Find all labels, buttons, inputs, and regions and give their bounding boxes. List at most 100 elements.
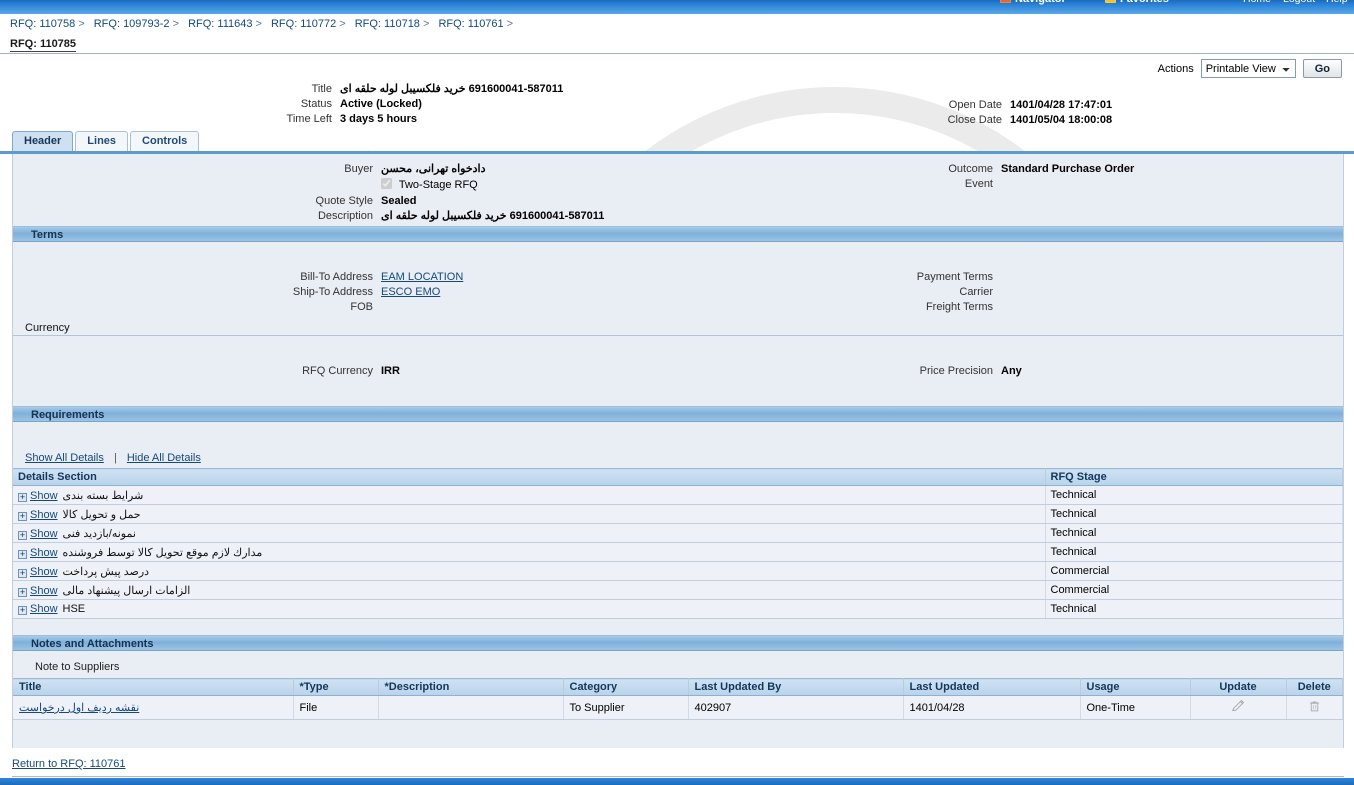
field-value: 110785-140006196 خرید فلکسیبل لوله حلقه … <box>381 210 605 222</box>
pencil-icon[interactable] <box>1231 699 1245 713</box>
attachment-title-cell: نقشه ردیف اول درخواست <box>13 695 294 720</box>
summary-field-time-left: Time Left 3 days 5 hours <box>270 112 563 126</box>
field-value: دادخواه تهرانی، محسن <box>381 163 486 175</box>
show-link[interactable]: Show <box>30 490 58 502</box>
expand-icon[interactable]: + <box>18 606 27 615</box>
table-row: + Show مدارك لازم موقع تحویل کالا توسط فرو… <box>13 542 1343 562</box>
details-toggle-links: Show All Details | Hide All Details <box>13 444 1343 468</box>
tab-bar: Header Lines Controls <box>0 131 1354 154</box>
nav-home[interactable]: Home <box>1243 0 1271 14</box>
show-link[interactable]: Show <box>30 603 58 615</box>
show-all-details-link[interactable]: Show All Details <box>25 452 104 464</box>
col-update: Update <box>1190 678 1287 696</box>
col-category: Category <box>563 678 689 696</box>
attachment-description-cell <box>378 695 564 720</box>
footer-links: Return to RFQ: 110761 <box>0 748 1354 776</box>
show-link[interactable]: Show <box>30 509 58 521</box>
attachments-header-row: Title *Type *Description Category Last U… <box>13 678 1343 696</box>
requirement-text: HSE <box>62 603 86 615</box>
expand-icon[interactable]: + <box>18 492 27 502</box>
bottom-accent-bar <box>0 778 1354 785</box>
nav-help[interactable]: Help <box>1326 0 1348 14</box>
breadcrumb-separator: > <box>422 18 430 30</box>
show-link[interactable]: Show <box>30 528 58 540</box>
expand-icon[interactable]: + <box>18 568 27 578</box>
nav-favorites[interactable]: Favorites <box>1105 0 1169 14</box>
attachment-title-link[interactable]: نقشه ردیف اول درخواست <box>19 701 139 714</box>
requirement-text: درصد پیش پرداخت <box>62 565 150 578</box>
tab-lines[interactable]: Lines <box>75 131 129 151</box>
field-quote-style: Quote Style Sealed <box>281 194 604 208</box>
attachment-delete-cell[interactable] <box>1286 695 1343 720</box>
summary-field-title: Title 110785-140006196 خرید فلکسیبل لوله… <box>270 82 564 96</box>
requirement-cell: + Show مدارك لازم موقع تحویل کالا توسط فرو… <box>13 542 1046 562</box>
field-label: Close Date <box>947 114 1002 126</box>
actions-select[interactable]: Printable View <box>1200 59 1296 78</box>
field-description: Description 110785-140006196 خرید فلکسیب… <box>281 209 604 223</box>
actions-bar-top: Actions Printable View Go <box>0 54 1354 82</box>
nav-favorites-label: Favorites <box>1120 0 1169 5</box>
terms-right: Payment Terms Carrier Freight Terms <box>891 270 1001 315</box>
field-two-stage-rfq: Two-Stage RFQ <box>281 178 604 192</box>
tab-controls[interactable]: Controls <box>130 131 200 151</box>
bill-to-address-link[interactable]: EAM LOCATION <box>381 270 463 284</box>
hide-all-details-link[interactable]: Hide All Details <box>127 452 201 464</box>
requirement-text: مدارك لازم موقع تحویل کالا توسط فروشنده <box>62 546 263 559</box>
note-to-suppliers-label: Note to Suppliers <box>35 661 120 673</box>
attachment-update-cell[interactable] <box>1190 695 1287 720</box>
show-link[interactable]: Show <box>30 566 58 578</box>
requirement-text: حمل و تحویل کالا <box>62 508 141 521</box>
col-type: *Type <box>293 678 379 696</box>
trash-icon[interactable] <box>1308 699 1321 713</box>
table-row: + Show الزامات ارسال پیشنهاد مالی Commerci… <box>13 580 1343 600</box>
summary-field-close-date: Close Date 1401/05/04 18:00:08 <box>915 113 1113 127</box>
breadcrumb-item[interactable]: RFQ: 109793-2 <box>94 18 170 30</box>
field-value: Active (Locked) <box>340 98 422 110</box>
breadcrumb-item[interactable]: RFQ: 111643 <box>188 18 252 30</box>
link-separator: | <box>113 452 117 464</box>
breadcrumb-item[interactable]: RFQ: 110772 <box>271 18 336 30</box>
two-stage-checkbox-wrap[interactable]: Two-Stage RFQ <box>381 178 478 192</box>
terms-band: Terms <box>13 226 1343 242</box>
breadcrumb-separator: > <box>78 18 85 30</box>
show-link[interactable]: Show <box>30 585 58 597</box>
nav-navigator-label: Navigator <box>1015 0 1066 5</box>
breadcrumb-item[interactable]: RFQ: 110758 <box>10 18 75 30</box>
nav-logout[interactable]: Logout <box>1283 0 1315 14</box>
field-price-precision: Price Precision Any <box>891 364 1022 378</box>
field-label: Status <box>300 98 332 110</box>
breadcrumb-item[interactable]: RFQ: 110718 <box>355 18 420 30</box>
requirement-cell: + Show حمل و تحویل کالا <box>13 504 1046 524</box>
expand-icon[interactable]: + <box>18 511 27 521</box>
two-stage-checkbox[interactable] <box>381 178 392 189</box>
field-value: IRR <box>381 365 400 377</box>
terms-left: Bill-To Address EAM LOCATION Ship-To Add… <box>281 270 463 315</box>
summary-field-status: Status Active (Locked) <box>270 97 563 111</box>
requirements-body: + Show شرایط بسته بندی Technical + Show حمل … <box>13 485 1343 619</box>
tab-header[interactable]: Header <box>12 131 74 151</box>
table-row: + Show درصد پیش پرداخت Commercial <box>13 561 1343 581</box>
nav-navigator[interactable]: Navigator <box>1000 0 1066 14</box>
field-label: Carrier <box>959 286 993 298</box>
two-stage-label: Two-Stage RFQ <box>398 179 478 191</box>
field-buyer: Buyer دادخواه تهرانی، محسن <box>281 162 604 176</box>
expand-icon[interactable]: + <box>18 587 27 597</box>
requirement-text: نمونه/بازدید فنی <box>62 527 136 540</box>
expand-icon[interactable]: + <box>18 549 27 559</box>
breadcrumb-separator: > <box>172 18 179 30</box>
breadcrumb-separator: > <box>506 18 514 30</box>
stage-cell: Technical <box>1045 542 1343 562</box>
show-link[interactable]: Show <box>30 547 58 559</box>
breadcrumb-separator: > <box>339 18 346 30</box>
return-to-rfq-link[interactable]: Return to RFQ: 110761 <box>12 758 126 770</box>
field-fob: FOB <box>281 300 463 314</box>
field-label: Description <box>317 210 373 222</box>
ship-to-address-link[interactable]: ESCO EMO <box>381 285 440 299</box>
expand-icon[interactable]: + <box>18 530 27 540</box>
stage-cell: Technical <box>1045 504 1343 524</box>
stage-cell: Technical <box>1045 485 1343 505</box>
table-row: + Show حمل و تحویل کالا Technical <box>13 504 1343 524</box>
breadcrumb-item[interactable]: RFQ: 110761 <box>438 18 503 30</box>
col-details-section: Details Section <box>13 468 1046 486</box>
go-button[interactable]: Go <box>1302 59 1342 78</box>
